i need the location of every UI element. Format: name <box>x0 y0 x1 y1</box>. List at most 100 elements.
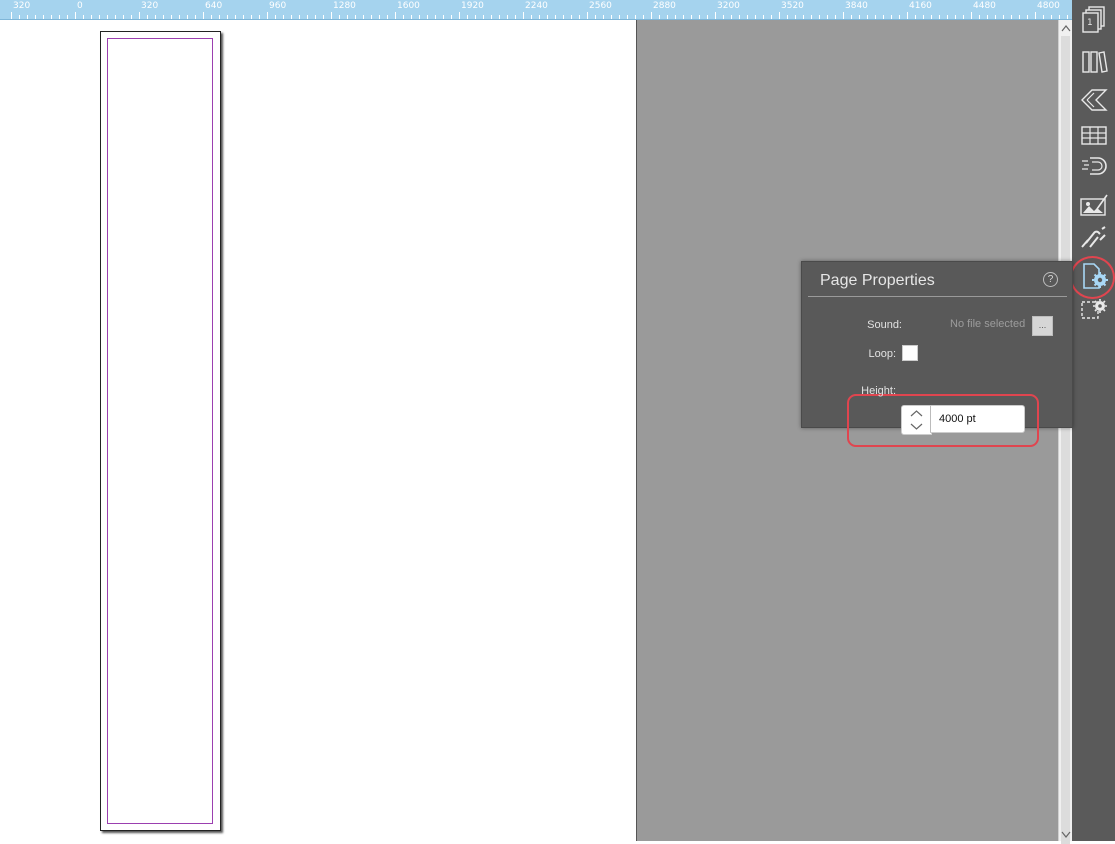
ruler-minor-tick <box>355 15 356 19</box>
ruler-minor-tick <box>115 15 116 19</box>
ruler-minor-tick <box>91 15 92 19</box>
scroll-down-icon[interactable] <box>1059 827 1073 841</box>
ruler-label: 1280 <box>333 1 356 11</box>
layers-icon[interactable] <box>1078 85 1110 115</box>
ruler-minor-tick <box>339 15 340 19</box>
help-icon[interactable]: ? <box>1043 272 1058 287</box>
ruler-major-tick <box>267 12 268 19</box>
ruler-minor-tick <box>43 15 44 19</box>
ruler-minor-tick <box>19 15 20 19</box>
ruler-minor-tick <box>1011 15 1012 19</box>
right-sidebar: 1 <box>1072 0 1115 841</box>
ruler-minor-tick <box>979 15 980 19</box>
ruler-minor-tick <box>563 15 564 19</box>
ruler-minor-tick <box>1051 15 1052 19</box>
pages-icon[interactable]: 1 <box>1078 4 1110 34</box>
loop-label: Loop: <box>868 348 896 360</box>
ruler-label: 3200 <box>717 1 740 11</box>
page-margin-guide <box>107 38 213 824</box>
ruler-minor-tick <box>51 15 52 19</box>
ruler-minor-tick <box>315 15 316 19</box>
ruler-minor-tick <box>243 15 244 19</box>
magnet-icon[interactable] <box>1078 151 1110 181</box>
library-icon[interactable] <box>1078 47 1110 77</box>
ruler-minor-tick <box>1067 15 1068 19</box>
ruler-minor-tick <box>1027 15 1028 19</box>
browse-sound-button[interactable]: ... <box>1032 316 1053 336</box>
ruler-label: 4480 <box>973 1 996 11</box>
ruler-minor-tick <box>947 15 948 19</box>
ruler-minor-tick <box>507 15 508 19</box>
ruler-minor-tick <box>859 15 860 19</box>
ruler-minor-tick <box>699 15 700 19</box>
ruler-minor-tick <box>771 15 772 19</box>
ruler-minor-tick <box>939 15 940 19</box>
ruler-minor-tick <box>291 15 292 19</box>
ruler-minor-tick <box>611 15 612 19</box>
ruler-label: 4160 <box>909 1 932 11</box>
scrollbar-thumb[interactable] <box>1061 36 1070 844</box>
ruler-minor-tick <box>683 15 684 19</box>
ruler-minor-tick <box>595 15 596 19</box>
ruler-minor-tick <box>227 15 228 19</box>
image-properties-icon[interactable] <box>1078 191 1110 221</box>
height-input[interactable]: 4000 pt <box>930 405 1025 433</box>
ruler-minor-tick <box>931 15 932 19</box>
ruler-minor-tick <box>867 15 868 19</box>
ruler-minor-tick <box>131 15 132 19</box>
stepper-arrows-icon <box>910 410 923 430</box>
ruler-label: 3840 <box>845 1 868 11</box>
panel-divider <box>808 296 1067 297</box>
ruler-major-tick <box>971 12 972 19</box>
ruler-minor-tick <box>83 15 84 19</box>
ruler-minor-tick <box>707 15 708 19</box>
ruler-minor-tick <box>1019 15 1020 19</box>
ruler-minor-tick <box>739 15 740 19</box>
ruler-minor-tick <box>883 15 884 19</box>
loop-checkbox[interactable] <box>902 345 918 361</box>
link-icon[interactable] <box>1078 222 1110 252</box>
ruler-label: 1600 <box>397 1 420 11</box>
ruler-minor-tick <box>875 15 876 19</box>
ruler-minor-tick <box>963 15 964 19</box>
ruler-major-tick <box>459 12 460 19</box>
vertical-scrollbar[interactable] <box>1058 20 1073 844</box>
ruler-minor-tick <box>363 15 364 19</box>
canvas-area[interactable] <box>0 20 636 841</box>
ruler-minor-tick <box>995 15 996 19</box>
ruler-minor-tick <box>251 15 252 19</box>
ruler-minor-tick <box>811 15 812 19</box>
ruler-major-tick <box>523 12 524 19</box>
horizontal-ruler[interactable]: 320 0 320 640 960 1280 1600 1920 2240 2560 2880 320… <box>0 0 1072 20</box>
ruler-label: 3520 <box>781 1 804 11</box>
table-icon[interactable] <box>1078 121 1110 151</box>
ruler-minor-tick <box>419 15 420 19</box>
ruler-minor-tick <box>675 15 676 19</box>
ruler-label: 0 <box>77 1 83 11</box>
ruler-minor-tick <box>171 15 172 19</box>
page-sheet[interactable] <box>100 31 221 831</box>
ruler-minor-tick <box>323 15 324 19</box>
ruler-minor-tick <box>763 15 764 19</box>
ruler-minor-tick <box>123 15 124 19</box>
ruler-major-tick <box>587 12 588 19</box>
ruler-minor-tick <box>851 15 852 19</box>
ruler-minor-tick <box>283 15 284 19</box>
ruler-minor-tick <box>731 15 732 19</box>
ruler-minor-tick <box>499 15 500 19</box>
ruler-major-tick <box>75 12 76 19</box>
ruler-minor-tick <box>667 15 668 19</box>
ruler-minor-tick <box>427 15 428 19</box>
ruler-minor-tick <box>827 15 828 19</box>
ruler-label: 320 <box>141 1 159 11</box>
ruler-major-tick <box>331 12 332 19</box>
ruler-minor-tick <box>67 15 68 19</box>
ruler-minor-tick <box>803 15 804 19</box>
scroll-up-icon[interactable] <box>1059 21 1073 35</box>
ruler-minor-tick <box>467 15 468 19</box>
ruler-minor-tick <box>491 15 492 19</box>
ruler-minor-tick <box>539 15 540 19</box>
ruler-minor-tick <box>483 15 484 19</box>
height-stepper[interactable] <box>901 405 932 435</box>
ruler-label: 2240 <box>525 1 548 11</box>
